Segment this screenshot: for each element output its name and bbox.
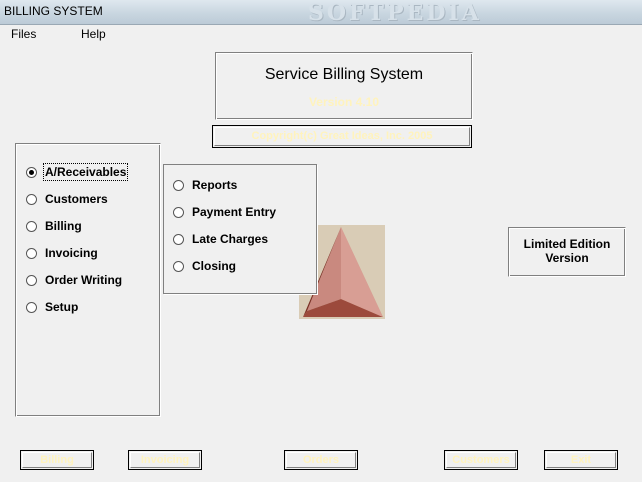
invoicing-button[interactable]: Invoicing (128, 450, 202, 470)
customers-button[interactable]: Customers (444, 450, 518, 470)
radio-button-selected[interactable] (26, 166, 37, 178)
orders-button[interactable]: Orders (284, 450, 358, 470)
option-label: Setup (45, 300, 79, 314)
option-billing[interactable]: Billing (26, 217, 82, 235)
edition-line-1: Limited Edition (523, 237, 611, 251)
copyright-label: Copyright(c) Great Ideas, Inc. 2005 (251, 130, 433, 142)
title-bar: BILLING SYSTEM SOFTPEDIA (0, 0, 642, 26)
menu-bar: Files Help (0, 24, 642, 44)
option-invoicing[interactable]: Invoicing (26, 244, 98, 262)
option-label: Late Charges (192, 232, 269, 246)
sub-options-group: Reports Payment Entry Late Charges Closi… (163, 164, 317, 294)
radio-button[interactable] (26, 301, 37, 313)
option-customers[interactable]: Customers (26, 190, 108, 208)
exit-button[interactable]: Exit (544, 450, 618, 470)
button-label: Customers (452, 454, 510, 466)
version-label: Version 4.10 (308, 95, 380, 109)
option-reports[interactable]: Reports (173, 176, 237, 194)
radio-button[interactable] (173, 233, 184, 245)
menu-files[interactable]: Files (11, 27, 36, 41)
option-order-writing[interactable]: Order Writing (26, 271, 122, 289)
app-title: Service Billing System (264, 66, 424, 83)
radio-button[interactable] (173, 260, 184, 272)
window-title: BILLING SYSTEM (4, 4, 103, 18)
menu-help[interactable]: Help (81, 27, 106, 41)
radio-button[interactable] (173, 206, 184, 218)
copyright-button[interactable]: Copyright(c) Great Ideas, Inc. 2005 (212, 125, 472, 148)
radio-button[interactable] (26, 193, 37, 205)
option-label: Invoicing (45, 246, 98, 260)
option-label: Payment Entry (192, 205, 277, 219)
option-label: Billing (45, 219, 82, 233)
option-setup[interactable]: Setup (26, 298, 78, 316)
radio-button[interactable] (173, 179, 184, 191)
watermark: SOFTPEDIA (308, 0, 482, 26)
edition-panel: Limited Edition Version (508, 227, 626, 277)
button-label: Billing (40, 454, 74, 466)
edition-line-2: Version (545, 251, 589, 265)
header-panel: Service Billing System Version 4.10 (215, 52, 473, 120)
billing-button[interactable]: Billing (20, 450, 94, 470)
option-closing[interactable]: Closing (173, 257, 236, 275)
option-late-charges[interactable]: Late Charges (173, 230, 268, 248)
radio-button[interactable] (26, 220, 37, 232)
radio-button[interactable] (26, 274, 37, 286)
option-label: Customers (45, 192, 108, 206)
option-receivables[interactable]: A/Receivables (26, 163, 129, 181)
button-label: Orders (302, 454, 340, 466)
option-label: Closing (192, 259, 236, 273)
option-label: Order Writing (45, 273, 123, 287)
button-label: Exit (570, 454, 592, 466)
button-label: Invoicing (140, 454, 190, 466)
option-label: Reports (192, 178, 238, 192)
option-label: A/Receivables (42, 163, 129, 181)
option-payment-entry[interactable]: Payment Entry (173, 203, 276, 221)
main-options-group: A/Receivables Customers Billing Invoicin… (15, 143, 161, 417)
main-window: Service Billing System Version 4.10 Copy… (0, 44, 642, 482)
radio-button[interactable] (26, 247, 37, 259)
